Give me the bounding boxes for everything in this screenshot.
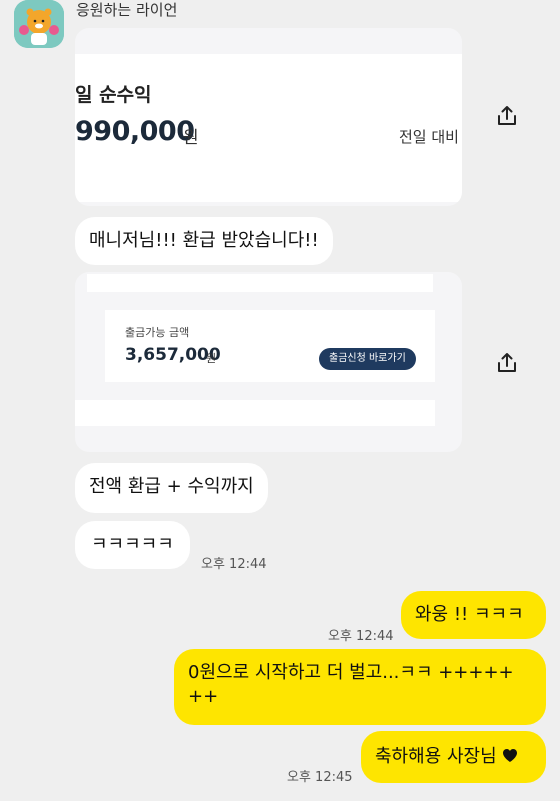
message-line: ++ [188, 686, 219, 707]
my-message-bubble[interactable]: 축하해용 사장님 [361, 731, 546, 783]
card2-top-strip [87, 274, 433, 292]
message-line: 0원으로 시작하고 더 벌고...ㅋㅋ +++++ [188, 662, 514, 683]
card1-compare-label: 전일 대비 [399, 128, 459, 146]
message-bubble[interactable]: ㅋㅋㅋㅋㅋ [75, 521, 190, 569]
image-card-withdrawable[interactable]: 출금가능 금액 3,657,000 원 출금신청 바로가기 [75, 272, 462, 452]
sender-avatar[interactable] [14, 0, 64, 48]
image-card-net-profit[interactable]: 일 순수익 990,000 원 전일 대비 [75, 28, 462, 206]
card1-title: 일 순수익 [75, 84, 152, 106]
card2-label: 출금가능 금액 [125, 326, 190, 339]
message-timestamp: 오후 12:44 [328, 629, 394, 644]
card2-currency: 원 [206, 352, 217, 365]
card2-bottom-strip [75, 400, 435, 426]
message-bubble[interactable]: 전액 환급 + 수익까지 [75, 463, 268, 513]
card1-currency: 원 [183, 128, 199, 148]
my-message-bubble[interactable]: 와웅 !! ㅋㅋㅋ [401, 591, 546, 639]
message-timestamp: 오후 12:45 [287, 770, 353, 785]
message-text: 축하해용 사장님 [375, 746, 497, 767]
my-message-bubble[interactable]: 0원으로 시작하고 더 벌고...ㅋㅋ +++++ ++ [174, 649, 546, 725]
share-button-2[interactable] [492, 348, 522, 378]
share-button-1[interactable] [492, 101, 522, 131]
share-icon [498, 353, 516, 372]
share-icon [498, 106, 516, 125]
card1-amount: 990,000 [75, 116, 195, 147]
message-bubble[interactable]: 매니저님!!! 환급 받았습니다!! [75, 217, 333, 265]
lion-character-icon [14, 0, 64, 48]
withdraw-request-button[interactable]: 출금신청 바로가기 [319, 348, 416, 370]
heart-icon [503, 749, 518, 762]
message-timestamp: 오후 12:44 [201, 557, 267, 572]
sender-name: 응원하는 라이언 [76, 1, 178, 19]
